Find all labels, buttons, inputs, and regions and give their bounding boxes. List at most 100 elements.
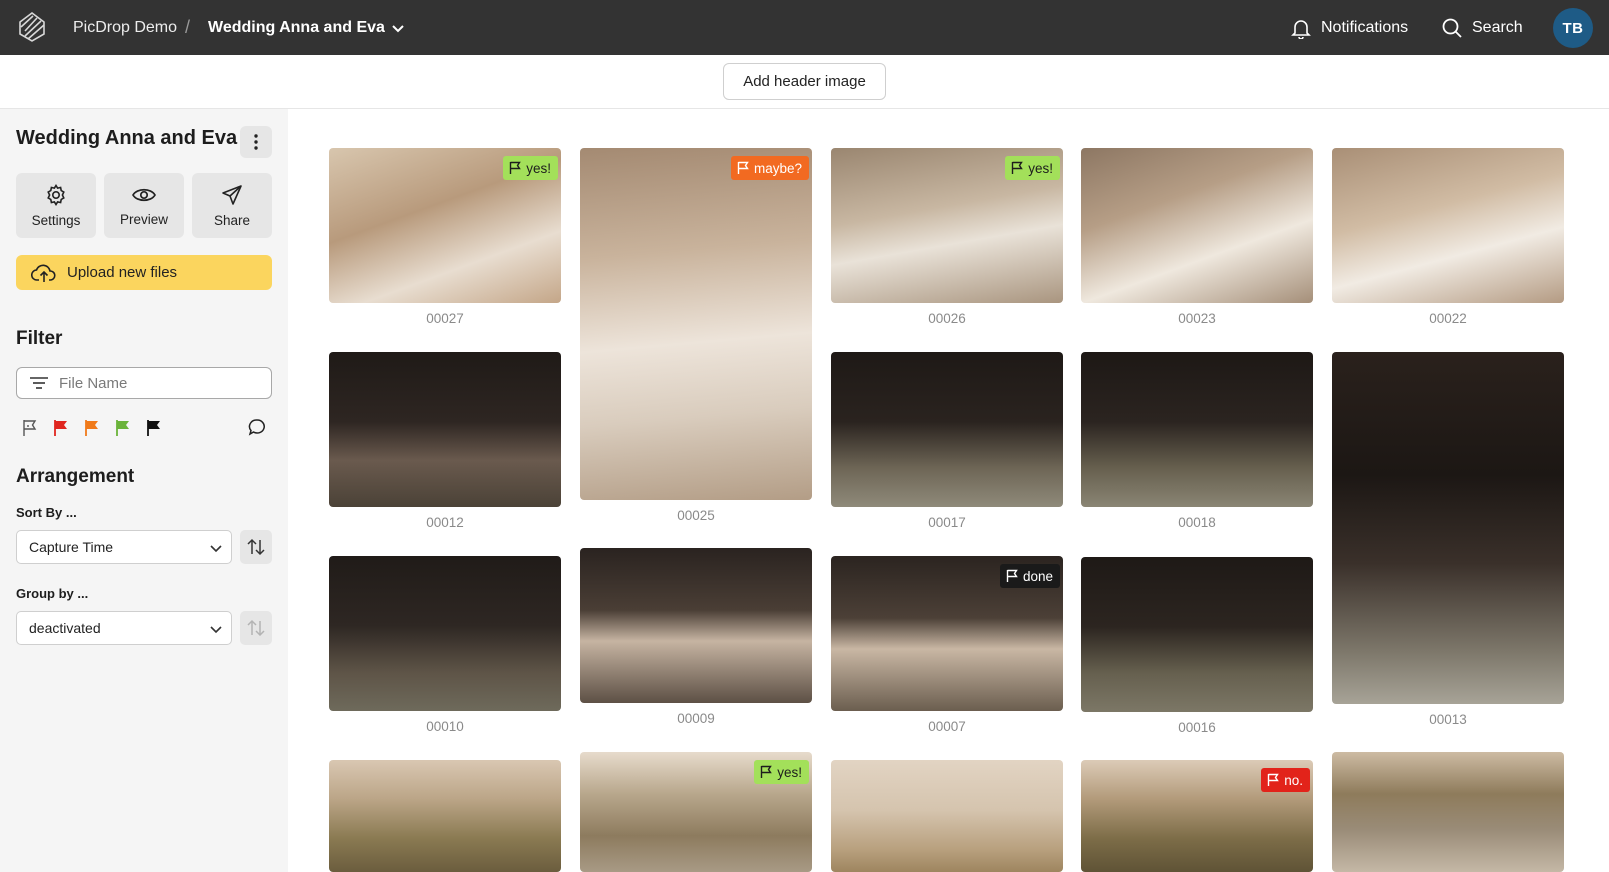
arrangement-title: Arrangement bbox=[16, 466, 135, 487]
photo-thumbnail[interactable] bbox=[1081, 557, 1313, 712]
comment-filter-button[interactable] bbox=[248, 418, 266, 441]
flag-outline-icon bbox=[1006, 569, 1018, 582]
sort-arrows-icon bbox=[247, 538, 265, 556]
photo-thumbnail[interactable] bbox=[831, 352, 1063, 507]
search-icon bbox=[1442, 18, 1462, 38]
notifications-button[interactable]: Notifications bbox=[1290, 0, 1408, 55]
flag-badge[interactable]: no. bbox=[1261, 768, 1310, 792]
preview-button[interactable]: Preview bbox=[104, 173, 184, 238]
flag-label: done bbox=[1022, 568, 1053, 584]
filename-filter-input[interactable] bbox=[59, 374, 259, 392]
flag-filter-green[interactable] bbox=[114, 418, 132, 438]
sort-arrows-icon bbox=[247, 619, 265, 637]
settings-label: Settings bbox=[31, 213, 81, 228]
upload-new-files-button[interactable]: Upload new files bbox=[16, 255, 272, 290]
notifications-label: Notifications bbox=[1321, 18, 1409, 36]
filename-filter-field[interactable] bbox=[16, 367, 272, 399]
black-flag-icon bbox=[147, 420, 160, 436]
sidebar: Wedding Anna and Eva Settings Preview Sh… bbox=[0, 109, 288, 872]
breadcrumb-org[interactable]: PicDrop Demo bbox=[73, 0, 177, 55]
red-flag-icon bbox=[54, 420, 67, 436]
photo-thumbnail[interactable] bbox=[580, 548, 812, 703]
photo-filename: 00010 bbox=[426, 719, 464, 734]
orange-flag-icon bbox=[85, 420, 98, 436]
flag-filter-black[interactable] bbox=[145, 418, 163, 438]
flag-badge[interactable]: yes! bbox=[754, 760, 809, 784]
send-icon bbox=[222, 185, 242, 205]
flag-badge[interactable]: yes! bbox=[1005, 156, 1060, 180]
photo-filename: 00012 bbox=[426, 515, 464, 530]
flag-filter-red[interactable] bbox=[52, 418, 70, 438]
eye-icon bbox=[132, 188, 156, 202]
cloud-upload-icon bbox=[31, 264, 56, 282]
gallery-title: Wedding Anna and Eva bbox=[16, 127, 238, 149]
photo-thumbnail[interactable] bbox=[1332, 148, 1564, 303]
flag-outline-icon bbox=[23, 420, 37, 436]
flag-badge[interactable]: yes! bbox=[503, 156, 558, 180]
gallery-switcher-chevron-icon[interactable] bbox=[390, 0, 406, 55]
group-by-label: Group by ... bbox=[16, 586, 89, 601]
flag-label: no. bbox=[1284, 772, 1303, 788]
flag-outline-icon bbox=[761, 765, 773, 778]
bell-icon bbox=[1291, 19, 1311, 39]
photo-filename: 00007 bbox=[928, 719, 966, 734]
flag-badge[interactable]: maybe? bbox=[730, 156, 809, 180]
sort-by-label: Sort By ... bbox=[16, 505, 77, 520]
comment-icon bbox=[248, 419, 265, 436]
photo-thumbnail[interactable] bbox=[329, 760, 561, 872]
flag-badge[interactable]: done bbox=[999, 564, 1060, 588]
photo-filename: 00027 bbox=[426, 311, 464, 326]
flag-label: yes! bbox=[526, 160, 551, 176]
photo-filename: 00017 bbox=[928, 515, 966, 530]
filter-title: Filter bbox=[16, 328, 63, 349]
breadcrumb-gallery[interactable]: Wedding Anna and Eva bbox=[208, 0, 385, 55]
photo-filename: 00009 bbox=[677, 711, 715, 726]
photo-filename: 00026 bbox=[928, 311, 966, 326]
top-bar: PicDrop Demo / Wedding Anna and Eva Noti… bbox=[0, 0, 1609, 55]
share-button[interactable]: Share bbox=[192, 173, 272, 238]
preview-label: Preview bbox=[119, 212, 168, 227]
more-options-button[interactable] bbox=[240, 126, 272, 158]
flag-filter-orange[interactable] bbox=[83, 418, 101, 438]
share-label: Share bbox=[213, 213, 251, 228]
photo-filename: 00013 bbox=[1429, 712, 1467, 727]
photo-filename: 00022 bbox=[1429, 311, 1467, 326]
filter-lines-icon bbox=[30, 377, 48, 389]
flag-filter-none[interactable] bbox=[21, 418, 39, 438]
photo-thumbnail[interactable] bbox=[1332, 752, 1564, 872]
photo-filename: 00023 bbox=[1178, 311, 1216, 326]
photo-thumbnail[interactable] bbox=[831, 760, 1063, 872]
picdrop-logo-icon[interactable] bbox=[16, 10, 48, 44]
photo-filename: 00025 bbox=[677, 508, 715, 523]
photo-thumbnail[interactable] bbox=[1081, 148, 1313, 303]
flag-label: yes! bbox=[777, 764, 802, 780]
user-avatar[interactable]: TB bbox=[1553, 8, 1593, 48]
sort-by-select[interactable]: Capture Time bbox=[16, 530, 232, 564]
flag-label: maybe? bbox=[753, 160, 802, 176]
group-order-button bbox=[240, 611, 272, 645]
breadcrumb-separator: / bbox=[185, 17, 191, 37]
flag-outline-icon bbox=[737, 161, 749, 174]
group-by-value: deactivated bbox=[29, 620, 101, 636]
sort-order-button[interactable] bbox=[240, 530, 272, 564]
kebab-menu-icon bbox=[254, 134, 258, 150]
settings-button[interactable]: Settings bbox=[16, 173, 96, 238]
photo-thumbnail[interactable] bbox=[1081, 352, 1313, 507]
photo-thumbnail[interactable] bbox=[1332, 352, 1564, 704]
chevron-down-icon bbox=[210, 626, 222, 634]
photo-filename: 00018 bbox=[1178, 515, 1216, 530]
search-label: Search bbox=[1472, 18, 1523, 36]
group-by-select[interactable]: deactivated bbox=[16, 611, 232, 645]
photo-thumbnail[interactable] bbox=[329, 352, 561, 507]
photo-filename: 00016 bbox=[1178, 720, 1216, 735]
flag-outline-icon bbox=[510, 161, 522, 174]
sort-by-value: Capture Time bbox=[29, 539, 114, 555]
upload-label: Upload new files bbox=[67, 264, 178, 281]
photo-thumbnail[interactable] bbox=[580, 148, 812, 500]
green-flag-icon bbox=[116, 420, 129, 436]
add-header-image-button[interactable]: Add header image bbox=[723, 63, 886, 100]
search-button[interactable]: Search bbox=[1441, 0, 1523, 55]
photo-thumbnail[interactable] bbox=[329, 556, 561, 711]
flag-label: yes! bbox=[1028, 160, 1053, 176]
chevron-down-icon bbox=[210, 545, 222, 553]
